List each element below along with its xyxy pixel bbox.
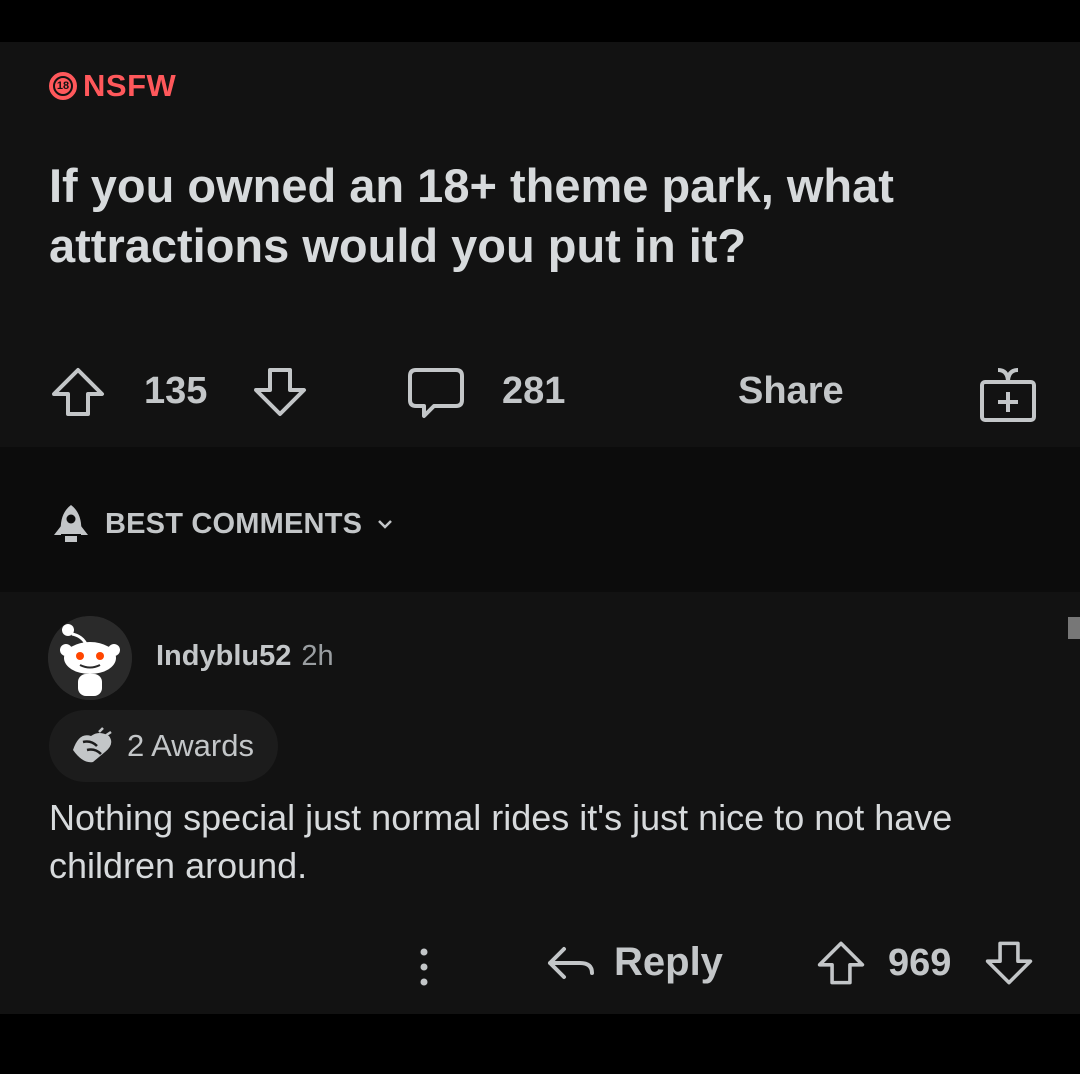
reply-button[interactable]: Reply	[544, 940, 723, 985]
comment-vote-count: 969	[888, 942, 952, 984]
username[interactable]: Indyblu52	[156, 640, 291, 673]
sort-label: BEST COMMENTS	[105, 507, 363, 540]
wholesome-award-icon	[73, 727, 112, 763]
reply-label: Reply	[614, 940, 723, 984]
scrollbar-thumb[interactable]	[1068, 617, 1080, 639]
comment-bubble-icon	[408, 368, 464, 418]
comment-count: 281	[502, 370, 566, 412]
comment-downvote-button[interactable]	[984, 938, 1034, 988]
avatar[interactable]	[48, 616, 132, 700]
sort-bar: BEST COMMENTS	[0, 447, 1080, 592]
comment-body: Nothing special just normal rides it's j…	[49, 797, 953, 886]
more-vertical-icon	[420, 948, 428, 986]
upvote-button[interactable]	[50, 364, 106, 420]
upvote-count: 135	[144, 370, 208, 412]
comment-upvote-button[interactable]	[816, 938, 866, 988]
share-button[interactable]: Share	[738, 370, 844, 413]
post: 18 NSFW If you owned an 18+ theme park, …	[0, 42, 1080, 447]
comment-author-line: Indyblu52 2h	[156, 640, 334, 673]
comment-actions: Reply 969	[0, 932, 1080, 1002]
chevron-down-icon	[378, 520, 393, 529]
reply-arrow-icon	[548, 946, 594, 979]
awards-pill[interactable]: 2 Awards	[49, 710, 278, 782]
nsfw-label: NSFW	[83, 68, 177, 103]
comment: Indyblu52 2h 2 Awards Nothing special ju…	[0, 592, 1080, 1014]
downvote-button[interactable]	[252, 364, 308, 420]
timestamp: 2h	[301, 640, 334, 672]
nsfw-badge-number: 18	[53, 76, 73, 96]
nsfw-18-icon: 18	[49, 72, 77, 100]
awards-label: 2 Awards	[127, 728, 254, 763]
post-actions: 135 281 Share	[0, 360, 1080, 422]
gift-icon	[980, 368, 1036, 422]
upvote-arrow-icon	[817, 941, 865, 985]
more-options-button[interactable]	[412, 942, 436, 992]
upvote-arrow-icon	[52, 368, 104, 416]
downvote-arrow-icon	[985, 941, 1033, 985]
comments-button[interactable]	[406, 364, 466, 420]
snoo-avatar-icon	[48, 616, 132, 700]
sort-dropdown[interactable]: BEST COMMENTS	[49, 502, 396, 546]
post-card: 18 NSFW If you owned an 18+ theme park, …	[0, 42, 1080, 1014]
post-title[interactable]: If you owned an 18+ theme park, what att…	[49, 156, 1009, 276]
award-button[interactable]	[978, 364, 1038, 424]
downvote-arrow-icon	[254, 368, 306, 416]
nsfw-tag: 18 NSFW	[49, 68, 176, 104]
rocket-icon	[54, 505, 88, 542]
